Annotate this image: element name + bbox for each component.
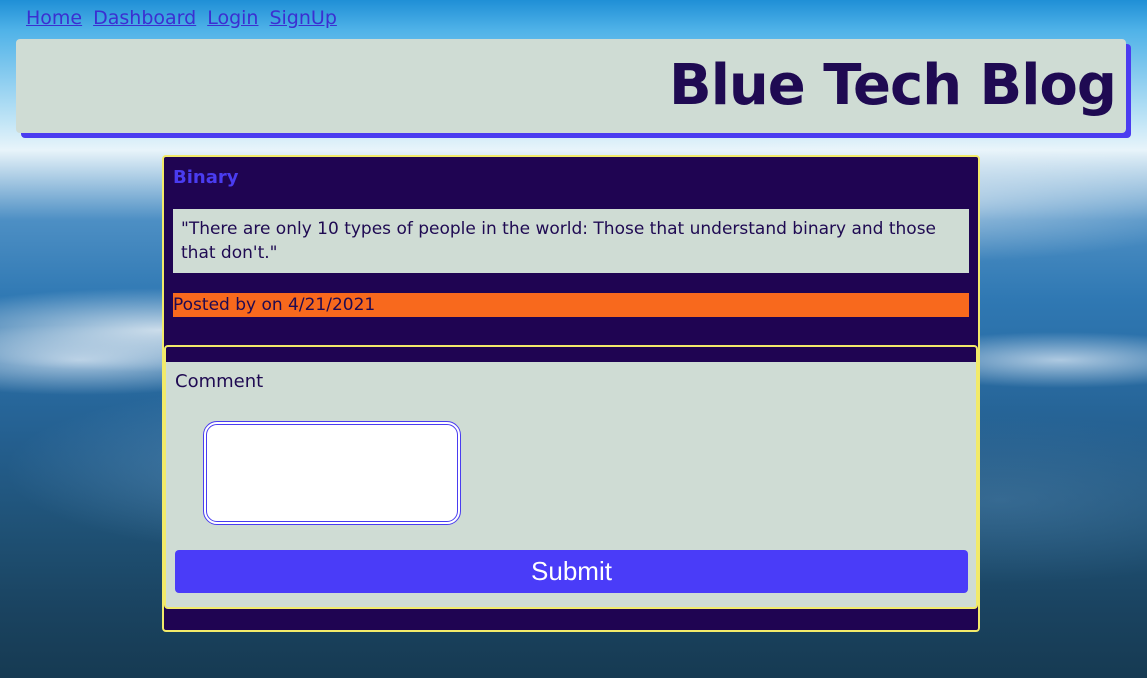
post-meta: Posted by on 4/21/2021	[173, 293, 969, 317]
submit-button[interactable]: Submit	[175, 550, 968, 593]
nav-home-link[interactable]: Home	[26, 7, 82, 29]
nav-login-link[interactable]: Login	[207, 7, 258, 29]
nav-dashboard-link[interactable]: Dashboard	[93, 7, 196, 29]
site-header: Blue Tech Blog	[16, 39, 1126, 133]
site-title: Blue Tech Blog	[669, 53, 1117, 118]
top-nav: Home Dashboard Login SignUp	[26, 5, 337, 31]
post-body: "There are only 10 types of people in th…	[173, 209, 969, 273]
post-title: Binary	[173, 167, 239, 188]
nav-signup-link[interactable]: SignUp	[269, 7, 336, 29]
comment-label: Comment	[175, 371, 264, 392]
comment-form-topbar	[166, 347, 976, 362]
comment-form: Comment Submit	[164, 345, 978, 609]
post-card: Binary "There are only 10 types of peopl…	[162, 155, 980, 632]
comment-input[interactable]	[203, 421, 461, 525]
